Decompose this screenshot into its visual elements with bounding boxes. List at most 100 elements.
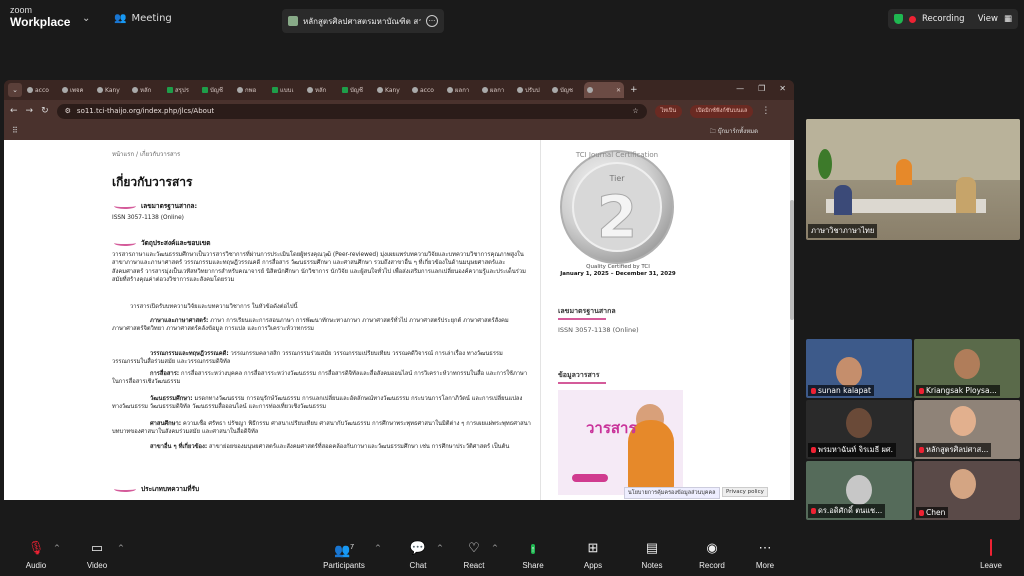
chat-options-caret[interactable]: ^: [437, 544, 443, 552]
browser-tab[interactable]: ✕: [584, 82, 624, 98]
chevron-down-icon[interactable]: ⌄: [82, 13, 90, 24]
minimize-icon[interactable]: —: [736, 84, 744, 93]
more-options-icon[interactable]: ···: [426, 15, 438, 27]
shared-browser-window: ⌄ acco เพจค Kany หลัก สรุปร บัญชี กพอ แบบเ หลัก บ…: [4, 80, 794, 500]
folder-icon: 🗀: [709, 128, 718, 135]
browser-tab[interactable]: แบบเ: [269, 82, 303, 98]
all-bookmarks-button[interactable]: 🗀 บุ๊กมาร์กทั้งหมด: [710, 126, 758, 137]
share-button[interactable]: ↑ Share: [503, 540, 563, 570]
medal-caption: Quality Certified by TCI January 1, 2025…: [560, 264, 676, 278]
window-controls: — ❐ ✕: [736, 84, 786, 93]
participant-tile[interactable]: sunan kalapat: [806, 339, 912, 398]
browser-tab[interactable]: บัญช: [549, 82, 583, 98]
browser-tab[interactable]: acco: [409, 82, 443, 98]
browser-tab[interactable]: เพจค: [59, 82, 93, 98]
video-options-caret[interactable]: ^: [118, 544, 124, 552]
screen-share-indicator[interactable]: หลักสูตรศิลปศาสตรมหาบัณฑิต สาขาวิ ···: [282, 9, 444, 33]
participant-tile-room[interactable]: ภาษาวิชาภาษาไทย: [806, 119, 1020, 240]
people-icon: 👥7: [333, 542, 355, 558]
tab-label: Kany: [385, 86, 400, 94]
meeting-info-button[interactable]: 👥 Meeting: [114, 13, 172, 24]
page-title: เกี่ยวกับวารสาร: [112, 175, 193, 189]
close-tab-icon[interactable]: ✕: [616, 87, 621, 94]
participant-tile[interactable]: พรมหาฉันท์ จิรเมธี ผศ.: [806, 400, 912, 459]
apps-grid-icon[interactable]: ⠿: [12, 126, 18, 135]
topic-text: สาขาย่อยของมนุษยศาสตร์และสังคมศาสตร์ที่ส…: [209, 444, 510, 450]
reading-mode-button[interactable]: ไทเปิน: [654, 104, 683, 118]
reload-icon[interactable]: ↻: [41, 106, 49, 116]
aims-paragraph: วารสารภาษาและวัฒนธรรมศึกษาเป็นวารสารวิชา…: [112, 252, 526, 284]
menu-icon[interactable]: ⋮: [761, 106, 770, 116]
apps-button[interactable]: ⊞ Apps: [563, 540, 623, 570]
browser-tab[interactable]: ผลกา: [479, 82, 513, 98]
star-icon[interactable]: ☆: [632, 107, 638, 115]
zoom-logo-line2: Workplace: [10, 15, 71, 29]
new-tab-icon[interactable]: +: [630, 85, 638, 95]
topic-paragraph: สาขาอื่น ๆ ที่เกี่ยวข้อง: สาขาย่อยของมนุ…: [112, 443, 532, 451]
browser-tab[interactable]: Kany: [374, 82, 408, 98]
sidebar-journal-heading: ข้อมูลวารสาร: [558, 371, 600, 379]
page-scrollbar[interactable]: [790, 140, 794, 500]
browser-tab[interactable]: ปรับป: [514, 82, 548, 98]
tab-label: ผลกา: [455, 87, 470, 94]
browser-tab[interactable]: หลัก: [129, 82, 163, 98]
notes-icon: ▤: [645, 540, 659, 555]
notes-button[interactable]: ▤ Notes: [622, 540, 682, 570]
browser-action-button[interactable]: เปิดมิกซ์ฟังก์ชันบนแล: [690, 104, 754, 118]
audio-options-caret[interactable]: ^: [54, 544, 60, 552]
browser-tab[interactable]: หลัก: [304, 82, 338, 98]
cover-title: วารสาร: [586, 419, 637, 437]
topic-label: การสื่อสาร:: [150, 371, 180, 377]
participants-options-caret[interactable]: ^: [375, 544, 381, 552]
more-button[interactable]: ⋯ More: [735, 540, 795, 570]
recording-status[interactable]: Recording View ▦: [888, 9, 1018, 29]
tab-favicon-icon: [377, 87, 383, 93]
participant-tile[interactable]: Kriangsak Ploysa...: [914, 339, 1020, 398]
participant-tile[interactable]: หลักสูตรศิลปศาส...: [914, 400, 1020, 459]
topic-label: สาขาอื่น ๆ ที่เกี่ยวข้อง:: [150, 444, 208, 450]
zoom-logo-line1: zoom: [10, 5, 33, 15]
tab-favicon-icon: [97, 87, 103, 93]
back-icon[interactable]: ←: [10, 106, 18, 116]
forward-icon[interactable]: →: [26, 106, 34, 116]
maximize-icon[interactable]: ❐: [758, 84, 765, 93]
browser-tab[interactable]: กพอ: [234, 82, 268, 98]
participants-button[interactable]: 👥7 Participants: [314, 540, 374, 570]
browser-tab[interactable]: ผลกา: [444, 82, 478, 98]
sidebar-issn-heading: เลขมาตรฐานสากล: [558, 307, 616, 315]
more-icon: ⋯: [758, 540, 772, 555]
tab-label: หลัก: [315, 87, 327, 94]
browser-tab[interactable]: บัญชี: [199, 82, 233, 98]
record-icon: ◉: [706, 540, 718, 555]
browser-tab[interactable]: บัญชี: [339, 82, 373, 98]
participant-tile[interactable]: ดร.อดิศักดิ์ ตนแช...: [806, 461, 912, 520]
browser-tab[interactable]: Kany: [94, 82, 128, 98]
scrollbar-thumb[interactable]: [790, 200, 794, 320]
aims-section-heading: วัตถุประสงค์และขอบเขต: [114, 238, 210, 248]
tab-favicon-icon: [167, 87, 173, 93]
tab-label: หลัก: [140, 87, 152, 94]
view-button[interactable]: View: [978, 14, 998, 24]
tab-label: สรุปร: [175, 87, 189, 94]
tab-favicon-icon: [202, 87, 208, 93]
browser-tab[interactable]: acco: [24, 82, 58, 98]
record-button[interactable]: ◉ Record: [682, 540, 742, 570]
breadcrumb[interactable]: หน้าแรก / เกี่ยวกับวารสาร: [112, 149, 180, 159]
participant-tile[interactable]: Chen: [914, 461, 1020, 520]
privacy-policy-button[interactable]: Privacy policy: [722, 487, 768, 497]
browser-tab[interactable]: สรุปร: [164, 82, 198, 98]
tab-search-icon[interactable]: ⌄: [8, 83, 22, 97]
muted-mic-icon: [811, 447, 816, 453]
close-icon[interactable]: ✕: [779, 84, 786, 93]
medal-top-text: TCI Journal Certification: [575, 151, 658, 159]
site-info-icon[interactable]: ⚙: [65, 107, 71, 115]
url-field[interactable]: ⚙ so11.tci-thaijo.org/index.php/jlcs/Abo…: [56, 103, 647, 119]
journal-cover-image[interactable]: วารสาร: [558, 390, 683, 495]
privacy-notice-link[interactable]: นโยบายการคุ้มครองข้อมูลส่วนบุคคล: [624, 487, 720, 499]
tab-label: acco: [35, 86, 49, 94]
tab-label: บัญชี: [210, 87, 223, 94]
issn-section-heading: เลขมาตรฐานสากล:: [114, 201, 197, 211]
react-options-caret[interactable]: ^: [492, 544, 498, 552]
browser-address-bar: ← → ↻ ⚙ so11.tci-thaijo.org/index.php/jl…: [4, 100, 794, 122]
leave-button[interactable]: Leave: [961, 539, 1021, 570]
